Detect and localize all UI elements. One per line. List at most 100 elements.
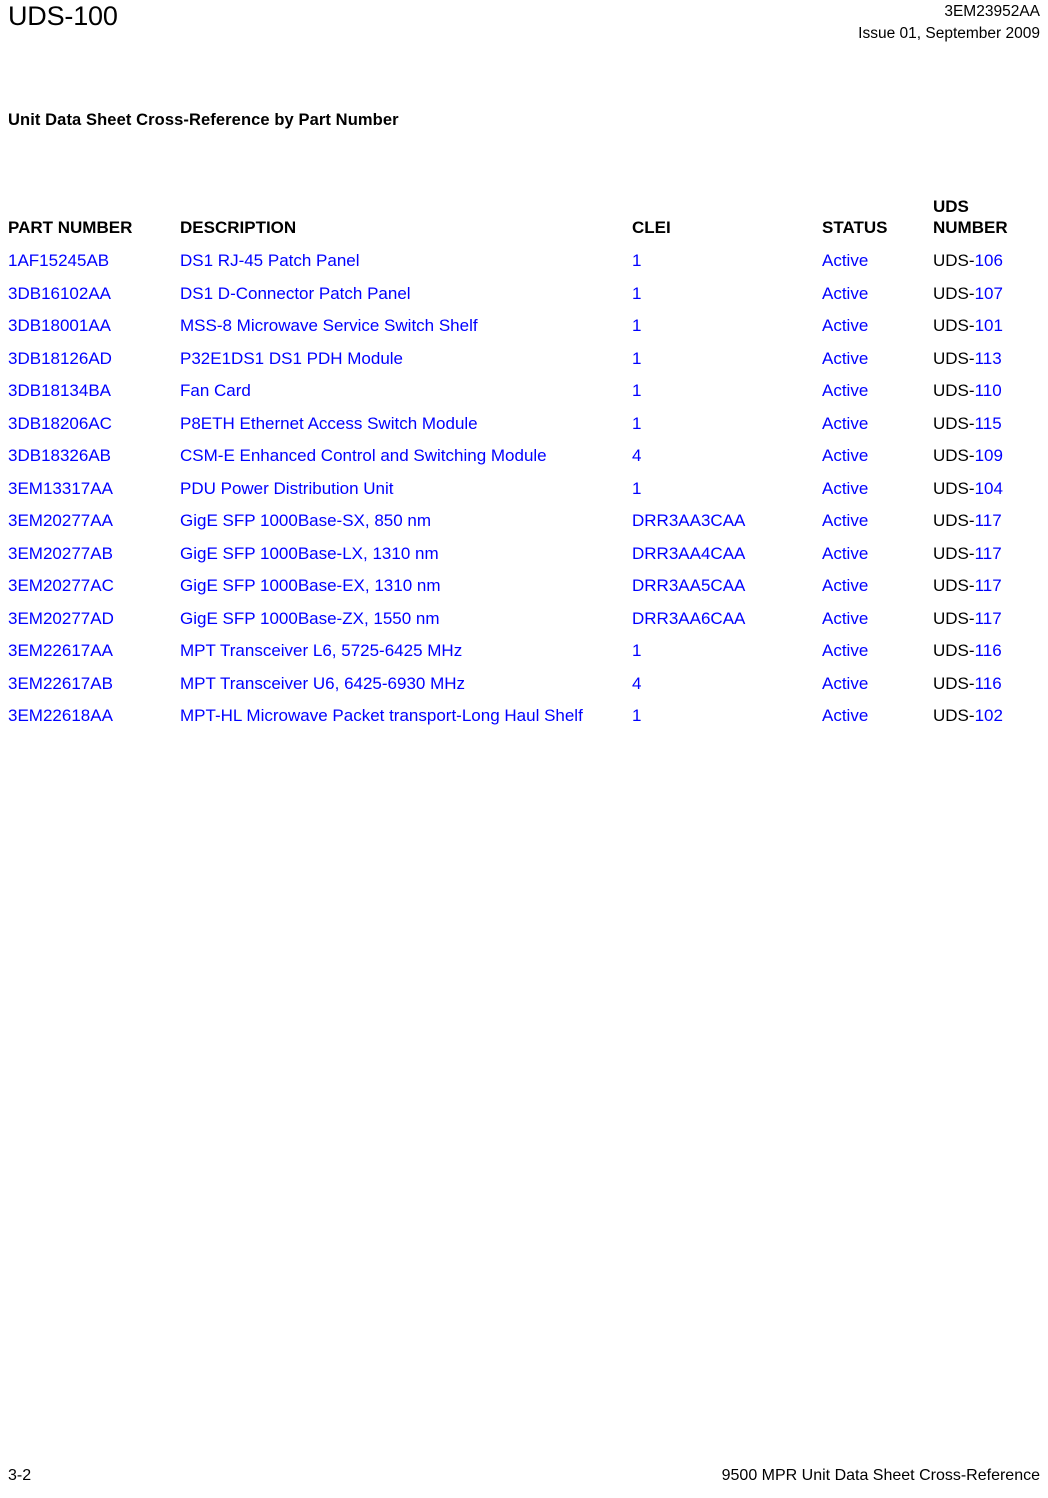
table-row: 1AF15245AB DS1 RJ-45 Patch Panel 1 Active UD… [8,244,1040,277]
cell-part-number: 3EM20277AC [8,576,114,595]
uds-number-link[interactable]: 116 [975,641,1002,660]
uds-number-link[interactable]: 107 [975,284,1003,303]
cell-status: Active [822,673,869,693]
uds-prefix: UDS- [933,316,975,335]
uds-number-link[interactable]: 102 [975,706,1003,725]
cell-clei: DRR3AA6CAA [632,608,746,628]
cell-uds-number: UDS-117 [933,602,1040,635]
uds-number-link[interactable]: 116 [975,674,1002,693]
table-row: 3EM20277AD GigE SFP 1000Base-ZX, 1550 nm D… [8,602,1040,635]
uds-number-link[interactable]: 117 [975,511,1002,530]
table-row: 3EM22618AA MPT-HL Microwave Packet transp… [8,699,1040,732]
page-footer: 3-2 9500 MPR Unit Data Sheet Cross-Refer… [8,1466,1040,1486]
cell-description: GigE SFP 1000Base-ZX, 1550 nm [180,608,440,628]
column-header-description: DESCRIPTION [180,218,297,237]
cell-description: P8ETH Ethernet Access Switch Module [180,413,478,433]
column-header-uds-number: UDS NUMBER [933,197,1008,237]
table-header-row: PART NUMBER DESCRIPTION CLEI STATUS UDS … [8,196,1040,244]
header-document-label: UDS-100 [8,1,118,31]
cell-part-number: 1AF15245AB [8,251,110,270]
cell-status: Active [822,641,869,660]
cell-part-number: 3DB18326AB [8,446,112,465]
document-page: UDS-100 3EM23952AA Issue 01, September 2… [0,0,1048,1498]
cell-description: MPT-HL Microwave Packet transport-Long H… [180,706,583,725]
uds-number-link[interactable]: 110 [975,381,1002,400]
cell-part-number: 3EM20277AB [8,543,113,563]
uds-prefix: UDS- [933,511,975,530]
table-row: 3DB18134BA Fan Card 1 Active UDS-110 [8,374,1040,407]
cross-reference-table: PART NUMBER DESCRIPTION CLEI STATUS UDS … [8,196,1040,732]
header-issue-date: Issue 01, September 2009 [858,25,1040,42]
cell-status: Active [822,413,869,433]
table-row: 3EM20277AB GigE SFP 1000Base-LX, 1310 nm D… [8,537,1040,570]
uds-number-link[interactable]: 109 [975,446,1003,465]
uds-number-link[interactable]: 104 [975,479,1003,498]
cell-clei: 1 [632,283,642,303]
uds-number-link[interactable]: 117 [975,609,1002,628]
cell-description: DS1 D-Connector Patch Panel [180,283,411,303]
cell-uds-number: UDS-116 [933,634,1040,667]
uds-prefix: UDS- [933,446,975,465]
uds-number-link[interactable]: 117 [975,576,1002,595]
cell-description: MPT Transceiver U6, 6425-6930 MHz [180,673,466,693]
cell-description: PDU Power Distribution Unit [180,478,394,498]
uds-number-link[interactable]: 115 [975,414,1002,433]
cell-uds-number: UDS-104 [933,472,1040,505]
cell-description: GigE SFP 1000Base-EX, 1310 nm [180,576,441,595]
cell-clei: 1 [632,316,642,335]
uds-number-link[interactable]: 101 [975,316,1003,335]
cell-clei: DRR3AA4CAA [632,543,746,563]
cell-clei: 4 [632,446,642,465]
uds-number-link[interactable]: 106 [975,251,1003,270]
uds-prefix: UDS- [933,478,975,498]
column-header-status: STATUS [822,218,888,237]
cell-status: Active [822,283,869,303]
uds-number-link[interactable]: 113 [975,349,1002,368]
cell-status: Active [822,706,869,725]
header-part-number: 3EM23952AA [944,3,1040,20]
cell-part-number: 3EM20277AD [8,608,114,628]
cell-uds-number: UDS-116 [933,667,1040,700]
cell-uds-number: UDS-115 [933,407,1040,440]
cell-uds-number: UDS-117 [933,504,1040,537]
uds-prefix: UDS- [933,608,975,628]
cell-uds-number: UDS-106 [933,244,1040,277]
cell-clei: 1 [632,251,642,270]
cell-part-number: 3EM22617AA [8,641,113,660]
cross-reference-table-container: PART NUMBER DESCRIPTION CLEI STATUS UDS … [8,196,1040,732]
uds-prefix: UDS- [933,641,975,660]
cell-part-number: 3DB18206AC [8,413,112,433]
cell-status: Active [822,543,869,563]
cell-uds-number: UDS-117 [933,537,1040,570]
table-row: 3EM20277AC GigE SFP 1000Base-EX, 1310 nm D… [8,569,1040,602]
cell-clei: DRR3AA3CAA [632,511,746,530]
cell-part-number: 3EM20277AA [8,511,113,530]
table-row: 3EM22617AB MPT Transceiver U6, 6425-6930 … [8,667,1040,700]
uds-prefix: UDS- [933,706,975,725]
cell-clei: 4 [632,673,642,693]
uds-number-link[interactable]: 117 [975,544,1002,563]
cell-uds-number: UDS-110 [933,374,1040,407]
cell-uds-number: UDS-113 [933,342,1040,375]
table-row: 3DB18001AA MSS-8 Microwave Service Switch… [8,309,1040,342]
cell-description: GigE SFP 1000Base-LX, 1310 nm [180,543,439,563]
page-header: UDS-100 3EM23952AA Issue 01, September 2… [8,0,1040,52]
cell-part-number: 3DB18126AD [8,348,112,368]
cell-status: Active [822,446,869,465]
uds-prefix: UDS- [933,543,975,563]
table-row: 3DB18206AC P8ETH Ethernet Access Switch M… [8,407,1040,440]
cell-status: Active [822,576,869,595]
table-body: 1AF15245AB DS1 RJ-45 Patch Panel 1 Active UD… [8,244,1040,732]
column-header-part-number: PART NUMBER [8,218,133,237]
cell-status: Active [822,381,869,400]
cell-part-number: 3DB18134BA [8,381,112,400]
cell-description: MPT Transceiver L6, 5725-6425 MHz [180,641,463,660]
cell-status: Active [822,251,869,270]
cell-part-number: 3EM13317AA [8,478,113,498]
cell-uds-number: UDS-109 [933,439,1040,472]
table-row: 3EM20277AA GigE SFP 1000Base-SX, 850 nm DR… [8,504,1040,537]
cell-clei: 1 [632,413,642,433]
table-row: 3EM22617AA MPT Transceiver L6, 5725-6425 … [8,634,1040,667]
cell-status: Active [822,348,869,368]
cell-clei: 1 [632,478,642,498]
